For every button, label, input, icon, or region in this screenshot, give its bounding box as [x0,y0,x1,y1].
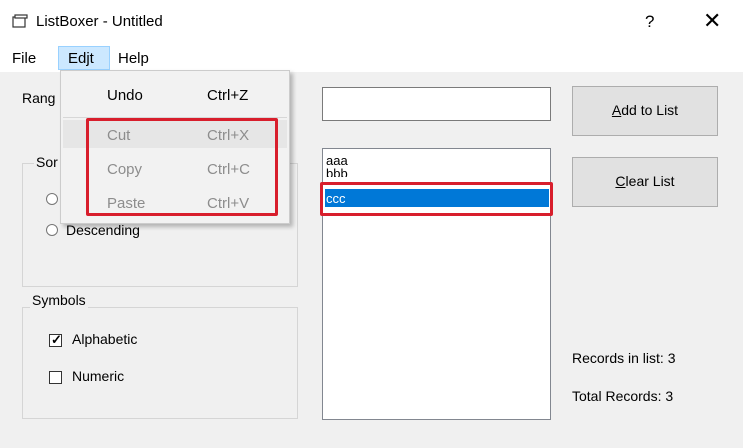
add-button-accel: A [611,102,622,118]
menu-item-undo[interactable]: Undo [107,87,143,104]
symbols-group-label: Symbols [30,292,88,308]
menu-file[interactable]: File [12,50,36,67]
descending-label: Descending [66,222,140,238]
app-icon [12,14,28,28]
window-title: ListBoxer - Untitled [36,13,163,30]
item-input[interactable] [322,87,551,121]
clear-list-button[interactable]: Clear List [572,157,718,207]
check-mark-icon: ✓ [51,332,62,347]
list-item[interactable]: bbb [326,167,348,177]
disabled-items-highlight-box [86,118,278,216]
sort-group-label: Sor [34,154,60,170]
records-in-list-label: Records in list: 3 [572,350,676,366]
clear-button-accel: C [615,173,626,189]
list-item[interactable]: aaa [326,154,348,167]
symbols-groupbox [22,307,298,419]
descending-radio[interactable] [46,224,58,236]
total-records-label: Total Records: 3 [572,388,674,404]
add-to-list-button[interactable]: Add to List [572,86,718,136]
range-label: Rang [22,90,56,106]
alphabetic-label: Alphabetic [72,331,138,347]
clear-button-label: lear List [625,173,675,189]
menu-help[interactable]: Help [118,50,149,67]
ascending-radio[interactable] [46,193,58,205]
close-button[interactable]: ✕ [703,8,721,34]
add-button-label: dd to List [621,102,679,118]
menu-edit[interactable]: Edjt [68,50,94,67]
alphabetic-checkbox[interactable]: ✓ [49,332,62,347]
help-button[interactable]: ? [645,12,654,32]
numeric-label: Numeric [72,368,125,384]
numeric-checkbox[interactable] [49,371,62,384]
undo-shortcut: Ctrl+Z [207,87,249,104]
menu-bar [0,44,743,72]
selected-item-highlight-box [320,182,553,216]
